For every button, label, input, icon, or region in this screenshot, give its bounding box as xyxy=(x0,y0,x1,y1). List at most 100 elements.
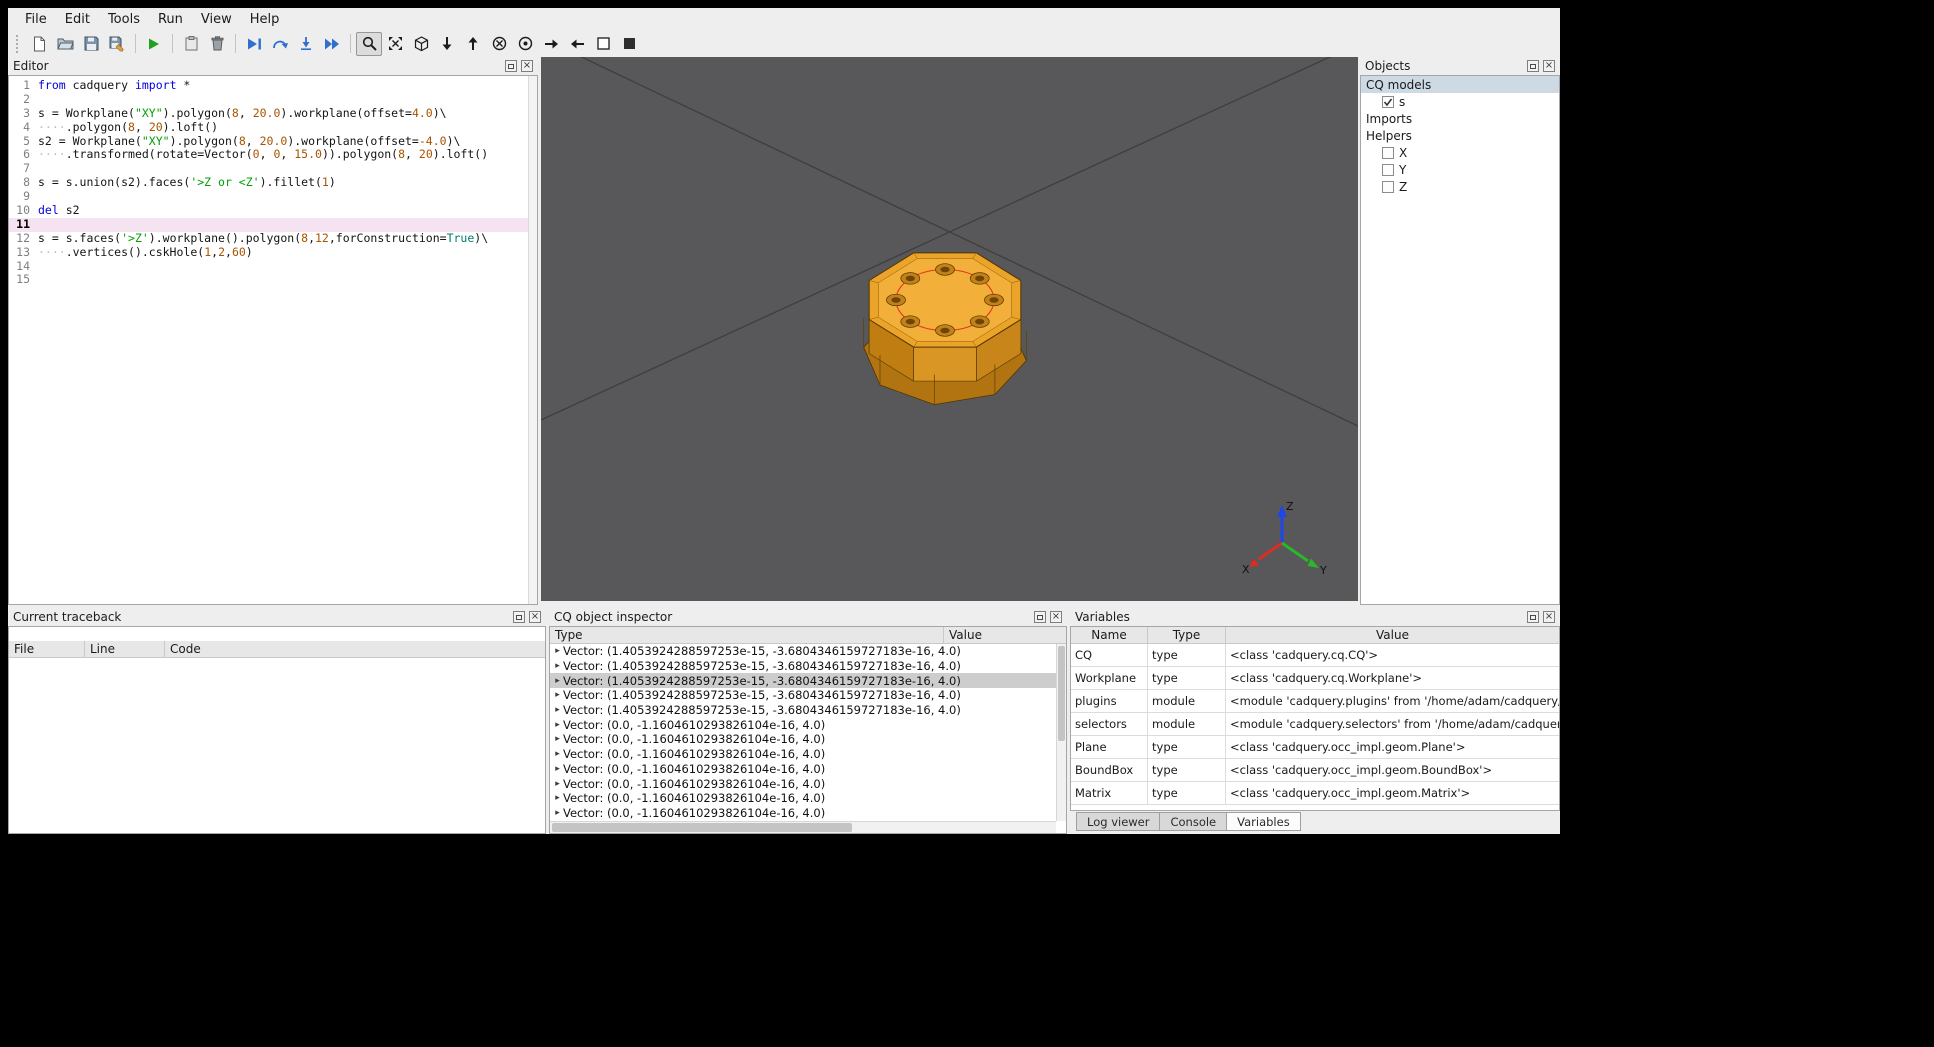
menu-tools[interactable]: Tools xyxy=(99,10,149,29)
tab-log-viewer[interactable]: Log viewer xyxy=(1076,812,1161,831)
fit-all-button[interactable] xyxy=(382,32,408,56)
right-view-button[interactable] xyxy=(564,32,590,56)
tree-item-x[interactable]: X xyxy=(1361,144,1559,161)
scrollbar-thumb[interactable] xyxy=(1058,646,1065,741)
inspector-row[interactable]: ▸ Vector: (0.0, -1.1604610293826104e-16, … xyxy=(550,791,1056,806)
code-line-5[interactable]: 5 s2 = Workplane("XY").polygon(8, 20.0).w… xyxy=(9,134,528,149)
tab-variables[interactable]: Variables xyxy=(1227,812,1301,831)
editor-scrollbar[interactable] xyxy=(528,76,537,604)
vertical-scrollbar[interactable] xyxy=(1056,644,1066,821)
code-line-2[interactable]: 2 xyxy=(9,92,528,107)
top-view-button[interactable] xyxy=(434,32,460,56)
inspector-row[interactable]: ▸ Vector: (1.4053924288597253e-15, -3.680… xyxy=(550,703,1056,718)
code-area[interactable]: 1 from cadquery import * 2 3 s = Workplane("… xyxy=(9,76,528,604)
render-button[interactable] xyxy=(141,32,167,56)
horizontal-scrollbar[interactable] xyxy=(550,821,1056,833)
menu-file[interactable]: File xyxy=(16,10,56,29)
column-header-type[interactable]: Type xyxy=(550,627,944,644)
code-line-4[interactable]: 4 ····.polygon(8, 20).loft() xyxy=(9,120,528,135)
close-icon[interactable]: × xyxy=(521,60,533,72)
expand-icon[interactable]: ▸ xyxy=(550,749,563,759)
tree-item-s[interactable]: s xyxy=(1361,93,1559,110)
float-icon[interactable] xyxy=(513,611,525,623)
tab-console[interactable]: Console xyxy=(1160,812,1228,831)
continue-button[interactable] xyxy=(319,32,345,56)
variable-row-selectors[interactable]: selectors module <module 'cadquery.selecto… xyxy=(1071,713,1559,736)
inspector-row[interactable]: ▸ Vector: (1.4053924288597253e-15, -3.680… xyxy=(550,659,1056,674)
code-line-1[interactable]: 1 from cadquery import * xyxy=(9,78,528,93)
column-header-line[interactable]: Line xyxy=(85,641,165,658)
variable-row-cq[interactable]: CQ type <class 'cadquery.cq.CQ'> xyxy=(1071,644,1559,667)
viewport-3d[interactable]: X Y Z xyxy=(541,57,1358,601)
expand-icon[interactable]: ▸ xyxy=(550,705,563,715)
expand-icon[interactable]: ▸ xyxy=(550,779,563,789)
variable-row-matrix[interactable]: Matrix type <class 'cadquery.occ_impl.geom… xyxy=(1071,782,1559,805)
column-header-code[interactable]: Code xyxy=(165,641,545,658)
tree-item-cq-models[interactable]: CQ models xyxy=(1361,76,1559,93)
column-header-file[interactable]: File xyxy=(9,641,85,658)
save-as-script-button[interactable] xyxy=(104,32,130,56)
code-line-10[interactable]: 10 del s2 xyxy=(9,203,528,218)
inspector-row[interactable]: ▸ Vector: (0.0, -1.1604610293826104e-16, … xyxy=(550,806,1056,821)
tree-item-imports[interactable]: Imports xyxy=(1361,110,1559,127)
left-view-button[interactable] xyxy=(538,32,564,56)
column-header-value[interactable]: Value xyxy=(944,627,1066,644)
toolbar-handle[interactable] xyxy=(16,34,20,53)
code-line-11[interactable]: 11 xyxy=(9,217,528,232)
float-icon[interactable] xyxy=(1034,611,1046,623)
step-button[interactable] xyxy=(267,32,293,56)
fit-view-button[interactable] xyxy=(356,31,382,56)
delete-button[interactable] xyxy=(204,32,230,56)
menu-edit[interactable]: Edit xyxy=(56,10,99,29)
tree-item-helpers[interactable]: Helpers xyxy=(1361,127,1559,144)
menu-run[interactable]: Run xyxy=(149,10,192,29)
variable-row-boundbox[interactable]: BoundBox type <class 'cadquery.occ_impl.ge… xyxy=(1071,759,1559,782)
float-icon[interactable] xyxy=(1527,60,1539,72)
code-line-14[interactable]: 14 xyxy=(9,259,528,274)
variable-row-plane[interactable]: Plane type <class 'cadquery.occ_impl.geom.… xyxy=(1071,736,1559,759)
expand-icon[interactable]: ▸ xyxy=(550,661,563,671)
float-icon[interactable] xyxy=(505,60,517,72)
expand-icon[interactable]: ▸ xyxy=(550,646,563,656)
checkbox-s[interactable] xyxy=(1382,95,1394,108)
code-line-15[interactable]: 15 xyxy=(9,273,528,287)
wireframe-button[interactable] xyxy=(590,32,616,56)
column-header-value[interactable]: Value xyxy=(1226,627,1559,644)
close-icon[interactable]: × xyxy=(529,611,541,623)
column-header-type[interactable]: Type xyxy=(1148,627,1226,644)
shaded-button[interactable] xyxy=(616,32,642,56)
new-script-button[interactable] xyxy=(26,32,52,56)
expand-icon[interactable]: ▸ xyxy=(550,808,563,818)
paste-button[interactable] xyxy=(178,32,204,56)
back-view-button[interactable] xyxy=(512,32,538,56)
expand-icon[interactable]: ▸ xyxy=(550,734,563,744)
checkbox-x[interactable] xyxy=(1382,146,1394,159)
close-icon[interactable]: × xyxy=(1543,60,1555,72)
inspector-row[interactable]: ▸ Vector: (1.4053924288597253e-15, -3.680… xyxy=(550,688,1056,703)
close-icon[interactable]: × xyxy=(1050,611,1062,623)
iso-view-button[interactable] xyxy=(408,32,434,56)
expand-icon[interactable]: ▸ xyxy=(550,764,563,774)
expand-icon[interactable]: ▸ xyxy=(550,676,563,686)
debug-button[interactable] xyxy=(241,32,267,56)
code-line-8[interactable]: 8 s = s.union(s2).faces('>Z or <Z').fille… xyxy=(9,175,528,190)
save-script-button[interactable] xyxy=(78,32,104,56)
column-header-name[interactable]: Name xyxy=(1071,627,1148,644)
checkbox-y[interactable] xyxy=(1382,163,1394,176)
menu-view[interactable]: View xyxy=(192,10,241,29)
expand-icon[interactable]: ▸ xyxy=(550,793,563,803)
code-line-3[interactable]: 3 s = Workplane("XY").polygon(8, 20.0).wo… xyxy=(9,106,528,121)
step-in-button[interactable] xyxy=(293,32,319,56)
tree-item-y[interactable]: Y xyxy=(1361,161,1559,178)
close-icon[interactable]: × xyxy=(1543,611,1555,623)
inspector-row[interactable]: ▸ Vector: (0.0, -1.1604610293826104e-16, … xyxy=(550,732,1056,747)
scrollbar-thumb[interactable] xyxy=(552,823,852,832)
code-line-9[interactable]: 9 xyxy=(9,189,528,204)
float-icon[interactable] xyxy=(1527,611,1539,623)
inspector-row[interactable]: ▸ Vector: (1.4053924288597253e-15, -3.680… xyxy=(550,644,1056,659)
code-line-13[interactable]: 13 ····.vertices().cskHole(1,2,60) xyxy=(9,245,528,260)
code-line-6[interactable]: 6 ····.transformed(rotate=Vector(0, 0, 15… xyxy=(9,148,528,162)
code-line-12[interactable]: 12 s = s.faces('>Z').workplane().polygon(… xyxy=(9,231,528,246)
bottom-view-button[interactable] xyxy=(460,32,486,56)
model[interactable] xyxy=(863,252,1027,406)
